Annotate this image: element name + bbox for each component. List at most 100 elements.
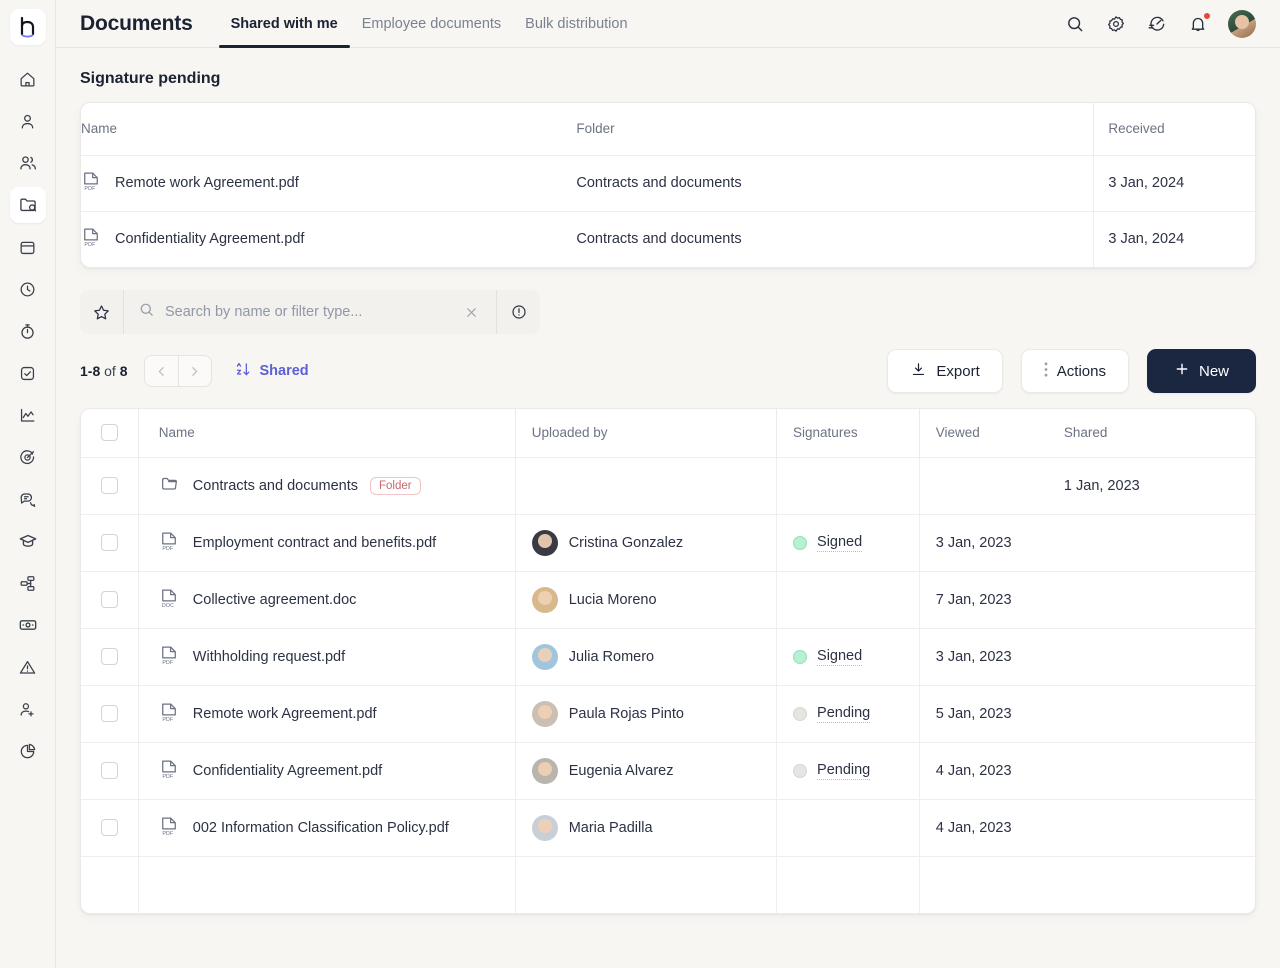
sidebar-item-reports[interactable] [10, 397, 46, 433]
avatar [531, 586, 558, 613]
user-avatar[interactable] [1228, 9, 1256, 38]
sidebar-item-tasks[interactable] [10, 355, 46, 391]
uploader-name: Maria Padilla [568, 819, 653, 836]
search-icon[interactable] [1064, 13, 1086, 35]
signature-status-dot [793, 706, 808, 721]
file-name: Remote work Agreement.pdf [192, 705, 377, 722]
sidebar-item-home[interactable] [10, 61, 46, 97]
table-row[interactable]: PDF Confidentiality Agreement.pdf Contra… [81, 210, 1255, 267]
row-checkbox[interactable] [101, 591, 118, 608]
svg-text:DOC: DOC [162, 603, 174, 609]
sidebar [0, 0, 56, 968]
next-page-button[interactable] [177, 356, 211, 386]
content: Signature pending Name Folder Received P… [56, 48, 1280, 968]
shared-cell [1047, 855, 1255, 913]
table-row[interactable]: PDF Employment contract and benefits.pdf [81, 513, 1255, 571]
uploaded-by-cell: Eugenia Alvarez [514, 741, 777, 799]
sidebar-item-training[interactable] [10, 523, 46, 559]
avatar [531, 757, 558, 784]
pending-name-cell: PDF Confidentiality Agreement.pdf [81, 210, 577, 267]
avatar [531, 643, 558, 670]
signature-status-dot [793, 763, 808, 778]
tab-bulk-distribution[interactable]: Bulk distribution [513, 0, 639, 48]
table-row[interactable]: PDF Remote work Agreement.pdf Contracts … [81, 154, 1255, 211]
uploaded-by-cell [514, 855, 777, 913]
folder-icon [159, 474, 181, 498]
stopwatch-icon [18, 322, 37, 341]
file-name: Collective agreement.doc [192, 591, 357, 608]
star-icon[interactable] [80, 290, 124, 334]
sidebar-item-goals[interactable] [10, 439, 46, 475]
file-name: 002 Information Classification Policy.pd… [192, 819, 449, 836]
sidebar-item-workflows[interactable] [10, 565, 46, 601]
pagination-total: 8 [119, 363, 128, 379]
table-row[interactable]: Contracts and documents Folder 1 Jan, 20… [81, 456, 1255, 514]
file-name-cell: PDF Employment contract and benefits.pdf [137, 513, 516, 571]
sidebar-item-analytics[interactable] [10, 733, 46, 769]
export-button[interactable]: Export [887, 349, 1003, 393]
settings-icon[interactable] [1105, 13, 1127, 35]
table-row[interactable]: PDF Remote work Agreement.pdf Paula Roja… [81, 684, 1255, 742]
row-checkbox[interactable] [101, 648, 118, 665]
table-row[interactable] [81, 855, 1255, 913]
signature-status-label[interactable]: Signed [817, 648, 863, 666]
sidebar-item-documents[interactable] [9, 187, 46, 223]
row-checkbox[interactable] [101, 705, 118, 722]
sidebar-item-profile[interactable] [10, 103, 46, 139]
folder-documents-icon [18, 195, 38, 215]
sidebar-item-alerts[interactable] [10, 649, 46, 685]
select-all-checkbox[interactable] [101, 424, 118, 442]
sidebar-item-feedback[interactable] [10, 481, 46, 517]
row-select-cell [81, 798, 139, 856]
pdf-file-icon: PDF [159, 530, 181, 556]
tab-employee-documents[interactable]: Employee documents [350, 0, 513, 48]
table-row[interactable]: PDF 002 Information Classification Polic… [81, 798, 1255, 856]
file-name-cell: PDF 002 Information Classification Polic… [137, 798, 516, 856]
column-shared: Shared [1063, 425, 1108, 441]
pending-received-cell: 3 Jan, 2024 [1093, 210, 1255, 267]
tab-shared-with-me[interactable]: Shared with me [218, 0, 350, 48]
app-logo[interactable] [9, 9, 46, 45]
row-checkbox[interactable] [101, 762, 118, 779]
sidebar-item-payroll[interactable] [10, 607, 46, 643]
activity-icon[interactable] [1146, 13, 1168, 35]
info-icon[interactable] [496, 290, 540, 334]
export-label: Export [936, 362, 980, 380]
notifications-icon[interactable] [1187, 11, 1211, 35]
sidebar-item-people[interactable] [10, 145, 46, 181]
uploaded-by-cell: Paula Rojas Pinto [514, 684, 777, 742]
sidebar-item-time-tracking[interactable] [10, 313, 46, 349]
signature-pending-card: Name Folder Received PDF Remote work Agr… [80, 102, 1256, 268]
checkbox-icon [18, 364, 37, 383]
file-name-cell: DOC Collective agreement.doc [137, 570, 516, 628]
search-input[interactable] [165, 304, 447, 320]
svg-text:PDF: PDF [162, 774, 174, 780]
signature-cell: Signed [776, 627, 920, 685]
row-select-cell [81, 741, 139, 799]
close-icon[interactable] [457, 305, 486, 320]
signature-status-label[interactable]: Signed [817, 534, 863, 552]
shared-cell [1047, 798, 1255, 856]
prev-page-button[interactable] [145, 356, 178, 386]
sidebar-item-time[interactable] [10, 271, 46, 307]
table-row[interactable]: PDF Confidentiality Agreement.pdf Eugeni… [81, 741, 1255, 799]
viewed-cell: 5 Jan, 2023 [918, 684, 1048, 742]
sidebar-item-calendar[interactable] [10, 229, 46, 265]
row-checkbox[interactable] [101, 819, 118, 836]
signature-cell [776, 570, 920, 628]
uploader-name: Lucia Moreno [568, 591, 657, 608]
viewed-cell: 4 Jan, 2023 [918, 741, 1048, 799]
sort-button[interactable]: Shared [234, 360, 309, 383]
new-button[interactable]: New [1146, 349, 1256, 393]
table-row[interactable]: DOC Collective agreement.doc Lucia Moren… [81, 570, 1255, 628]
row-checkbox[interactable] [101, 477, 118, 494]
signature-status-label[interactable]: Pending [817, 705, 871, 723]
kebab-menu-icon [1044, 361, 1048, 382]
search-row [80, 290, 1256, 334]
files-card: Name Uploaded by Signatures Viewed Share… [80, 408, 1256, 914]
signature-status-label[interactable]: Pending [817, 762, 871, 780]
table-row[interactable]: PDF Withholding request.pdf Julia Romero [81, 627, 1255, 685]
sidebar-item-recruitment[interactable] [10, 691, 46, 727]
row-checkbox[interactable] [101, 534, 118, 551]
actions-button[interactable]: Actions [1020, 349, 1129, 393]
